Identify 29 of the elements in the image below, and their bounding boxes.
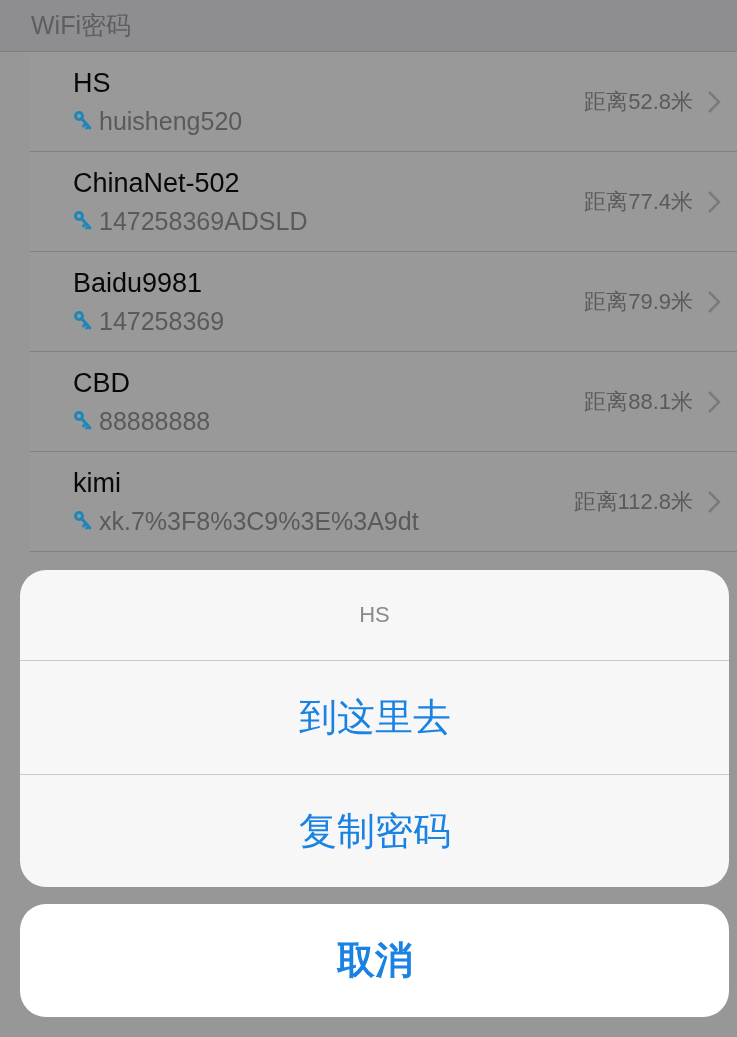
password-text: 147258369 [99,306,225,336]
sheet-title: HS [359,602,390,628]
password-text: 88888888 [99,406,211,436]
password-text: xk.7%3F8%3C9%3E%3A9dt [99,506,419,536]
action-button[interactable]: 复制密码 [20,774,729,887]
network-name: HS [73,67,112,99]
distance-text: 距离79.9米 [584,287,693,316]
key-icon [73,410,93,432]
distance-text: 距离77.4米 [584,187,693,216]
distance-text: 距离112.8米 [573,487,693,516]
network-name: kimi [73,467,122,499]
distance-text: 距离52.8米 [584,87,693,116]
network-name: CBD [73,367,131,399]
cancel-button[interactable]: 取消 [20,904,729,1017]
network-name: Baidu9981 [73,267,204,299]
chevron-icon [707,389,721,414]
distance-text: 距离88.1米 [584,387,693,416]
password-text: huisheng520 [99,106,243,136]
network-name: ChinaNet-502 [73,167,241,199]
key-icon [73,210,93,232]
chevron-icon [707,89,721,114]
chevron-icon [707,189,721,214]
password-text: 147258369ADSLD [99,206,308,236]
key-icon [73,310,93,332]
chevron-icon [707,289,721,314]
key-icon [73,510,93,532]
key-icon [73,110,93,132]
chevron-icon [707,489,721,514]
action-button[interactable]: 到这里去 [20,661,729,774]
